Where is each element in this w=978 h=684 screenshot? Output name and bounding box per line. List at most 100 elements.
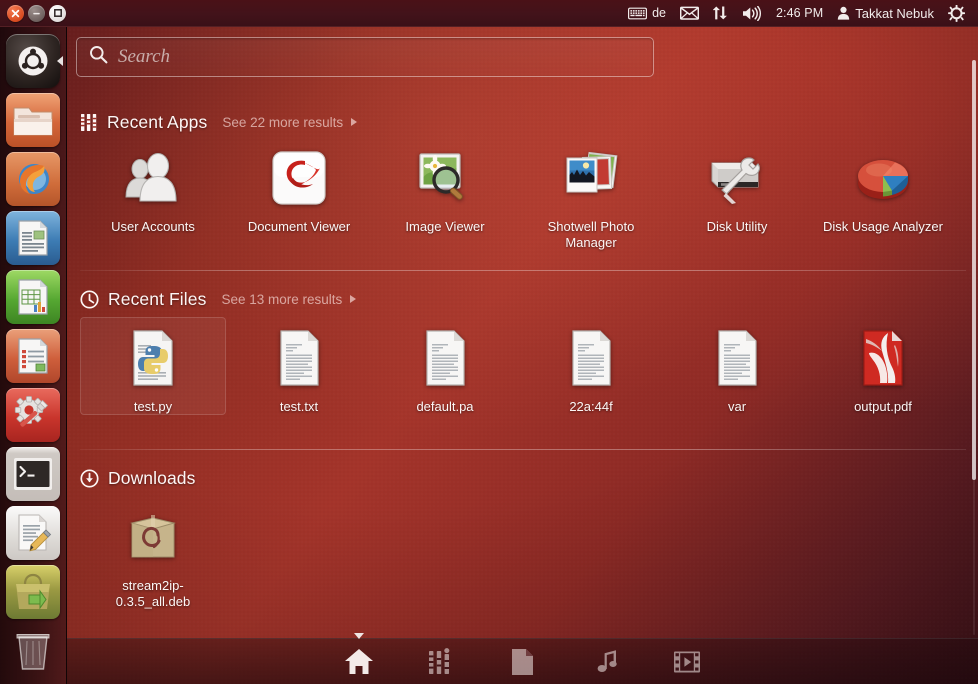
dash-lens-bar — [67, 632, 978, 684]
messaging-indicator[interactable] — [673, 0, 706, 26]
lens-files[interactable] — [506, 645, 540, 679]
home-icon — [344, 649, 373, 674]
minimize-icon — [33, 12, 40, 14]
ubuntu-logo-icon — [18, 46, 48, 76]
libreoffice-calc-tile — [6, 270, 60, 324]
launcher-item-libreoffice-writer[interactable] — [4, 209, 62, 267]
see-more-label: See 22 more results — [222, 114, 344, 130]
firefox-tile — [6, 152, 60, 206]
category-downloads: Downloads stream2ip-0.3.5_all.deb — [67, 449, 978, 609]
result-item[interactable]: stream2ip-0.3.5_all.deb — [80, 496, 226, 609]
launcher-item-trash[interactable] — [4, 622, 62, 680]
result-label: Disk Utility — [706, 219, 768, 234]
active-lens-marker — [353, 632, 364, 639]
launcher-item-firefox[interactable] — [4, 150, 62, 208]
see-more-results-recent-apps[interactable]: See 22 more results — [222, 114, 358, 130]
window-controls — [0, 4, 66, 22]
result-item[interactable]: User Accounts — [80, 137, 226, 250]
category-title: Downloads — [108, 467, 196, 488]
scrollbar-thumb[interactable] — [972, 60, 976, 480]
datetime-indicator[interactable]: 2:46 PM — [769, 0, 830, 26]
result-label: test.py — [133, 399, 173, 414]
lens-home[interactable] — [342, 632, 376, 679]
chevron-right-icon — [350, 295, 357, 303]
clock-label: 2:46 PM — [775, 6, 824, 20]
pdf-file-icon — [850, 325, 916, 391]
result-item[interactable]: Disk Usage Analyzer — [810, 137, 956, 250]
user-name-label: Takkat Nebuk — [855, 5, 934, 21]
text-editor-tile — [6, 506, 60, 560]
result-label: Image Viewer — [405, 219, 485, 234]
result-item[interactable]: 22a:44f — [518, 317, 664, 415]
session-indicator[interactable]: Takkat Nebuk — [830, 0, 941, 26]
top-panel: de 2:46 PM Takkat Nebuk — [0, 0, 978, 27]
user-accounts-icon — [120, 145, 186, 211]
launcher-item-text-editor[interactable] — [4, 504, 62, 562]
section-divider — [80, 270, 966, 271]
user-icon — [838, 6, 850, 20]
result-item[interactable]: test.py — [80, 317, 226, 415]
ubuntu-desktop: de 2:46 PM Takkat Nebuk Search Recent Ap… — [0, 0, 978, 684]
search-icon — [89, 45, 108, 69]
result-item[interactable]: Image Viewer — [372, 137, 518, 250]
launcher-item-system-settings[interactable] — [4, 386, 62, 444]
libreoffice-calc-icon — [18, 279, 48, 315]
lens-applications[interactable] — [424, 645, 458, 679]
result-label: Disk Usage Analyzer — [823, 219, 943, 234]
network-indicator[interactable] — [706, 0, 735, 26]
keyboard-icon — [628, 7, 648, 19]
folder-icon — [13, 107, 53, 136]
result-label: output.pdf — [854, 399, 912, 414]
volume-indicator[interactable] — [735, 0, 769, 26]
evince-document-viewer-icon — [266, 145, 332, 211]
launcher-item-libreoffice-impress[interactable] — [4, 327, 62, 385]
download-arrow-icon — [80, 468, 99, 488]
launcher-item-software-center[interactable] — [4, 563, 62, 621]
launcher-item-dash-home[interactable] — [4, 32, 63, 90]
disk-usage-analyzer-icon — [850, 145, 916, 211]
gear-wrench-icon — [14, 396, 49, 427]
python-file-icon — [120, 325, 186, 391]
search-input[interactable] — [118, 46, 641, 68]
search-bar[interactable] — [76, 37, 654, 77]
result-item[interactable]: output.pdf — [810, 317, 956, 415]
result-item[interactable]: var — [664, 317, 810, 415]
trash-tile — [6, 624, 60, 678]
lens-video[interactable] — [670, 645, 704, 679]
result-item[interactable]: test.txt — [226, 317, 372, 415]
files-tile — [6, 93, 60, 147]
launcher-item-terminal[interactable] — [4, 445, 62, 503]
result-label: User Accounts — [111, 219, 195, 234]
see-more-results-recent-files[interactable]: See 13 more results — [221, 291, 357, 307]
close-icon — [11, 9, 20, 17]
terminal-icon — [14, 458, 52, 490]
firefox-icon — [17, 164, 49, 194]
result-item[interactable]: Disk Utility — [664, 137, 810, 250]
result-label: var — [727, 399, 747, 414]
see-more-label: See 13 more results — [221, 291, 343, 307]
result-item[interactable]: default.pa — [372, 317, 518, 415]
panel-indicators: de 2:46 PM Takkat Nebuk — [621, 0, 978, 26]
libreoffice-impress-icon — [18, 338, 48, 374]
libreoffice-writer-icon — [18, 220, 48, 256]
unity-launcher — [0, 27, 67, 684]
applications-lens-icon — [80, 113, 98, 132]
software-center-tile — [6, 565, 60, 619]
close-button[interactable] — [7, 4, 24, 22]
results-grid-downloads: stream2ip-0.3.5_all.deb — [80, 496, 966, 609]
clock-icon — [80, 289, 99, 309]
category-title: Recent Apps — [107, 111, 208, 132]
film-strip-icon — [673, 651, 700, 672]
minimize-button[interactable] — [28, 4, 45, 22]
dash-scrollbar[interactable] — [972, 60, 976, 635]
result-item[interactable]: Shotwell Photo Manager — [518, 137, 664, 250]
launcher-item-libreoffice-calc[interactable] — [4, 268, 62, 326]
system-menu-button[interactable] — [941, 0, 972, 26]
result-item[interactable]: Document Viewer — [226, 137, 372, 250]
result-label: test.txt — [279, 399, 319, 414]
maximize-button[interactable] — [49, 4, 66, 22]
result-label: 22a:44f — [569, 399, 613, 414]
launcher-item-files[interactable] — [4, 91, 62, 149]
keyboard-indicator[interactable]: de — [621, 0, 673, 26]
lens-music[interactable] — [588, 645, 622, 679]
